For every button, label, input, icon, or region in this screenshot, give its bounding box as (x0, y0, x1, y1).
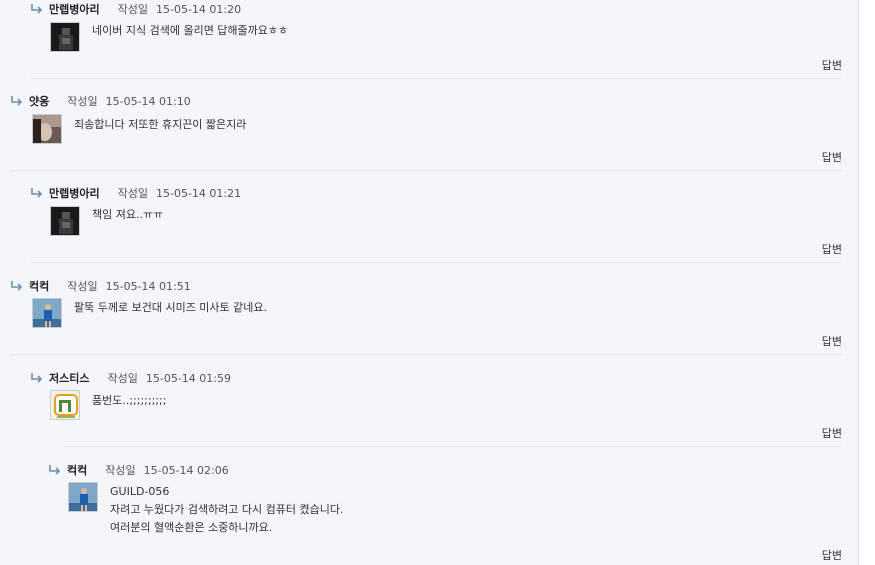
sports-player-avatar[interactable] (68, 482, 98, 512)
reply-arrow-icon (10, 281, 23, 291)
comment-text: 책임 져요..ㅠㅠ (92, 208, 164, 221)
comment-date: 15-05-14 01:59 (145, 371, 231, 385)
comment-author[interactable]: 만렙병아리 (49, 185, 100, 201)
sports-player-avatar[interactable] (32, 298, 62, 328)
divider (30, 78, 842, 79)
comment-text: 품번도..;;;;;;;;;; (92, 394, 167, 407)
divider (30, 262, 842, 263)
comment-date: 15-05-14 02:06 (143, 463, 229, 477)
reply-arrow-icon (48, 465, 61, 475)
date-label: 작성일 (117, 3, 148, 16)
date-label: 작성일 (67, 280, 98, 293)
comment-text: 자려고 누웠다가 검색하려고 다시 컴퓨터 켰습니다. (110, 503, 344, 516)
reply-button[interactable]: 답변 (822, 149, 842, 165)
comment-text: 팔뚝 두께로 보건대 시미즈 미사토 같네요. (74, 301, 268, 314)
comment-item: 컥컥 작성일 15-05-14 02:06 GUILD-056 자려고 누웠다가… (0, 461, 858, 565)
comment-item: 얏옹 작성일 15-05-14 01:10 죄송합니다 저또한 휴지끈이 짧은지… (0, 92, 858, 172)
comment-text: 여러분의 혈액순환은 소중하니까요. (110, 521, 273, 534)
comment-date: 15-05-14 01:10 (105, 94, 191, 108)
comment-body: 책임 져요..ㅠㅠ (92, 206, 163, 224)
comment-body: 죄송합니다 저또한 휴지끈이 짧은지라 (74, 116, 246, 134)
reply-button[interactable]: 답변 (822, 333, 842, 349)
comment-author[interactable]: 만렙병아리 (49, 1, 100, 17)
comment-body: 품번도..;;;;;;;;;; (92, 392, 166, 410)
reply-button[interactable]: 답변 (822, 57, 842, 73)
date-label: 작성일 (67, 95, 98, 108)
comment-text: 네이버 지식 검색에 올리면 답해줄까요ㅎㅎ (92, 24, 289, 37)
reply-arrow-icon (30, 373, 43, 383)
reply-arrow-icon (30, 4, 43, 14)
divider (65, 446, 842, 447)
dark-figure-avatar[interactable] (50, 22, 80, 52)
comment-author[interactable]: 컥컥 (29, 278, 49, 294)
comment-text: GUILD-056 (110, 485, 170, 498)
comment-panel: 만렙병아리 작성일 15-05-14 01:20 네이버 지식 검색에 올리면 … (0, 0, 859, 565)
divider (10, 354, 842, 355)
comment-text: 죄송합니다 저또한 휴지끈이 짧은지라 (74, 118, 247, 131)
comment-body: 네이버 지식 검색에 올리면 답해줄까요ㅎㅎ (92, 22, 288, 40)
date-label: 작성일 (107, 372, 138, 385)
dark-figure-avatar[interactable] (50, 206, 80, 236)
comment-item: 만렙병아리 작성일 15-05-14 01:20 네이버 지식 검색에 올리면 … (0, 0, 858, 80)
date-label: 작성일 (105, 464, 136, 477)
comment-date: 15-05-14 01:51 (105, 279, 191, 293)
comment-body: 팔뚝 두께로 보건대 시미즈 미사토 같네요. (74, 299, 267, 317)
face-photo-avatar[interactable] (32, 114, 62, 144)
comment-body: GUILD-056 자려고 누웠다가 검색하려고 다시 컴퓨터 켰습니다. 여러… (110, 483, 344, 537)
comment-author[interactable]: 컥컥 (67, 462, 87, 478)
date-label: 작성일 (117, 187, 148, 200)
reply-button[interactable]: 답변 (822, 425, 842, 441)
bus-sign-avatar[interactable] (50, 390, 80, 420)
comment-item: 만렙병아리 작성일 15-05-14 01:21 책임 져요..ㅠㅠ 답변 (0, 184, 858, 264)
comment-item: 컥컥 작성일 15-05-14 01:51 팔뚝 두께로 보건대 시미즈 미사토… (0, 277, 858, 357)
comment-author[interactable]: 얏옹 (29, 93, 49, 109)
reply-arrow-icon (10, 96, 23, 106)
divider (10, 170, 842, 171)
comment-author[interactable]: 저스티스 (49, 370, 89, 386)
reply-button[interactable]: 답변 (822, 547, 842, 563)
reply-arrow-icon (30, 188, 43, 198)
comment-date: 15-05-14 01:21 (155, 186, 242, 200)
comment-item: 저스티스 작성일 15-05-14 01:59 품번도..;;;;;;;;;; … (0, 369, 858, 449)
reply-button[interactable]: 답변 (822, 241, 842, 257)
comment-date: 15-05-14 01:20 (155, 2, 242, 16)
